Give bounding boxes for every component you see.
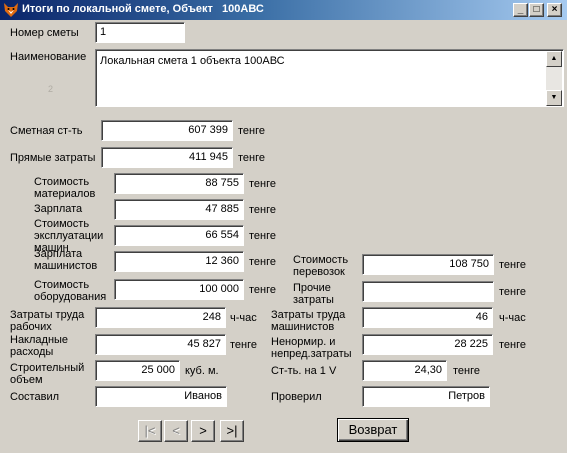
volume-label: Строительный объем [10,362,85,386]
composer-field[interactable]: Иванов [95,386,227,407]
unforeseen-field[interactable]: 28 225 [362,334,493,355]
scroll-down-icon[interactable]: ▼ [546,90,562,106]
window-title: Итоги по локальной смете, Объект 100АВС [22,3,264,15]
last-record-button[interactable]: >| [220,420,244,442]
machinist-salary-label: Зарплата машинистов [34,248,98,272]
prev-record-button[interactable]: < [164,420,188,442]
name-memo-text: Локальная смета 1 объекта 100АВС [100,55,285,67]
man-hour-unit: ч-час [499,312,526,324]
currency-unit: тенге [499,339,526,351]
transport-field[interactable]: 108 750 [362,254,494,275]
overhead-label: Накладные расходы [10,334,69,358]
currency-unit: тенге [230,339,257,351]
overhead-field[interactable]: 45 827 [95,334,226,355]
currency-unit: тенге [249,230,276,242]
other-costs-field[interactable] [362,281,494,302]
estimate-cost-field[interactable]: 607 399 [101,120,233,141]
title-bar: Итоги по локальной смете, Объект 100АВС … [0,0,567,20]
currency-unit: тенге [499,286,526,298]
other-costs-label: Прочие затраты [293,282,334,306]
materials-field[interactable]: 88 755 [114,173,244,194]
fox-head-icon[interactable] [3,2,19,18]
machinists-labor-label: Затраты труда машинистов [271,309,346,333]
machines-field[interactable]: 66 554 [114,225,244,246]
name-memo[interactable]: Локальная смета 1 объекта 100АВС ▲ ▼ [95,49,564,107]
memo-scrollbar[interactable]: ▲ ▼ [546,51,562,106]
machinists-labor-field[interactable]: 46 [362,307,493,328]
first-record-button[interactable]: |< [138,420,162,442]
checker-field[interactable]: Петров [362,386,490,407]
currency-unit: тенге [249,178,276,190]
minimize-button[interactable]: _ [513,3,528,17]
volume-field[interactable]: 25 000 [95,360,180,381]
estimate-cost-label: Сметная ст-ть [10,125,83,137]
maximize-button[interactable]: □ [529,3,544,17]
scroll-up-icon[interactable]: ▲ [546,51,562,67]
transport-label: Стоимость перевозок [293,254,349,278]
currency-unit: тенге [238,125,265,137]
direct-costs-field[interactable]: 411 945 [101,147,233,168]
currency-unit: тенге [249,204,276,216]
workers-labor-label: Затраты труда рабочих [10,309,85,333]
name-label: Наименование [10,51,87,63]
currency-unit: тенге [238,152,265,164]
workers-labor-field[interactable]: 248 [95,307,226,328]
man-hour-unit: ч-час [230,312,257,324]
checker-label: Проверил [271,391,322,403]
estimate-number-label: Номер сметы [10,27,79,39]
next-record-button[interactable]: > [191,420,215,442]
currency-unit: тенге [499,259,526,271]
composer-label: Составил [10,391,60,403]
close-button[interactable]: × [547,3,562,17]
salary-label: Зарплата [34,203,83,215]
cost-per-v-label: Ст-ть. на 1 V [271,365,337,377]
direct-costs-label: Прямые затраты [10,152,96,164]
currency-unit: тенге [249,284,276,296]
cost-per-v-field[interactable]: 24,30 [362,360,447,381]
salary-field[interactable]: 47 885 [114,199,244,220]
currency-unit: тенге [453,365,480,377]
machinist-salary-field[interactable]: 12 360 [114,251,244,272]
materials-label: Стоимость материалов [34,176,96,200]
equipment-label: Стоимость оборудования [34,279,107,303]
return-button[interactable]: Возврат [337,418,409,442]
equipment-field[interactable]: 100 000 [114,279,244,300]
estimate-number-field[interactable]: 1 [95,22,185,43]
cubic-m-unit: куб. м. [185,365,219,377]
unforeseen-label: Ненормир. и непред.затраты [271,336,352,360]
faint-mark: 2 [48,84,54,94]
currency-unit: тенге [249,256,276,268]
